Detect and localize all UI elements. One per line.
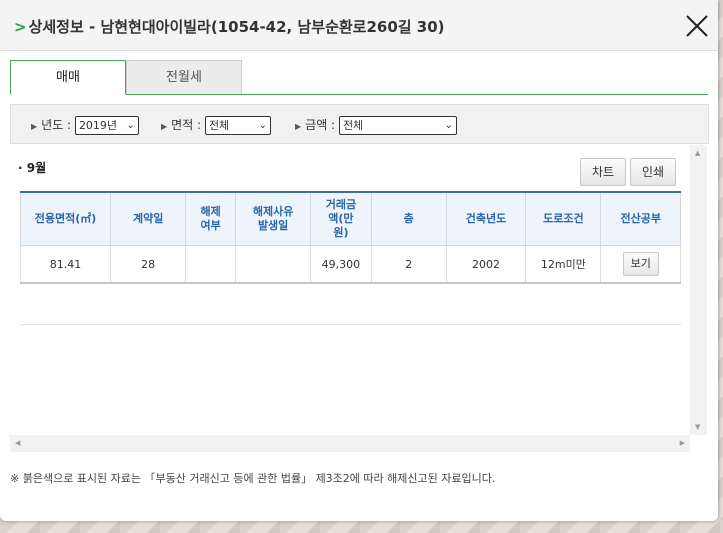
- col-contract-day: 계약일: [110, 191, 187, 246]
- scroll-right-icon[interactable]: ▶: [680, 439, 685, 447]
- close-icon[interactable]: [684, 13, 710, 39]
- content-divider: [20, 324, 681, 325]
- cell-day: 28: [110, 245, 187, 284]
- cell-area: 81.41: [19, 245, 112, 284]
- title-text: 상세정보 - 남현현대아이빌라(1054-42, 남부순환로260길 30): [28, 18, 445, 36]
- col-price: 거래금 액(만 원): [310, 191, 372, 246]
- month-label: · 9월: [18, 161, 47, 175]
- col-area: 전용면적(㎡): [19, 191, 112, 246]
- chevron-down-icon: ⌄: [258, 120, 267, 131]
- amount-filter: ▶ 금액 : 전체 ⌄: [295, 116, 457, 135]
- year-label: 년도 :: [41, 118, 72, 132]
- col-built-year: 건축년도: [445, 191, 527, 246]
- area-filter: ▶ 면적 : 전체 ⌄: [161, 116, 271, 135]
- col-cancel-date: 해제사유 발생일: [235, 191, 312, 246]
- chevron-right-icon: >: [14, 18, 27, 36]
- cell-floor: 2: [370, 245, 447, 284]
- detail-modal: > 상세정보 - 남현현대아이빌라(1054-42, 남부순환로260길 30) …: [0, 0, 718, 521]
- footnote: ※ 붉은색으로 표시된 자료는 「부동산 거래신고 등에 관한 법률」 제3조2…: [10, 472, 496, 485]
- area-select[interactable]: 전체 ⌄: [204, 116, 271, 135]
- cell-cancelled: [185, 245, 237, 284]
- modal-header: > 상세정보 - 남현현대아이빌라(1054-42, 남부순환로260길 30): [0, 0, 718, 51]
- amount-value: 전체: [342, 119, 364, 132]
- cell-built: 2002: [445, 245, 527, 284]
- transaction-table: 전용면적(㎡) 계약일 해제 여부 해제사유 발생일 거래금 액(만 원) 층 …: [19, 191, 681, 284]
- cell-cancel-date: [235, 245, 312, 284]
- tab-sale[interactable]: 매매: [10, 60, 126, 95]
- filter-bar: ▶ 년도 : 2019년 ⌄ ▶ 면적 : 전체 ⌄ ▶ 금액 : 전체 ⌄: [10, 104, 709, 144]
- print-button[interactable]: 인쇄: [630, 158, 676, 186]
- tab-underline: [126, 94, 708, 95]
- year-value: 2019년: [78, 119, 118, 132]
- tab-rent[interactable]: 전월세: [126, 60, 242, 95]
- area-value: 전체: [208, 119, 230, 132]
- amount-select[interactable]: 전체 ⌄: [338, 116, 457, 135]
- modal-title: > 상세정보 - 남현현대아이빌라(1054-42, 남부순환로260길 30): [14, 16, 445, 37]
- col-road: 도로조건: [525, 191, 602, 246]
- col-cancelled: 해제 여부: [185, 191, 237, 246]
- content-area: · 9월 차트 인쇄 전용면적(㎡) 계약일 해제 여부 해제사유 발생일 거래…: [10, 145, 690, 435]
- scroll-down-icon[interactable]: ▼: [695, 423, 700, 431]
- triangle-right-icon: ▶: [161, 122, 168, 131]
- cell-road: 12m미만: [525, 245, 602, 284]
- chevron-down-icon: ⌄: [444, 120, 453, 131]
- amount-label: 금액 :: [305, 118, 336, 132]
- col-floor: 층: [370, 191, 447, 246]
- vertical-scrollbar[interactable]: ▲ ▼: [690, 145, 707, 435]
- year-select[interactable]: 2019년 ⌄: [74, 116, 139, 135]
- cell-price: 49,300: [310, 245, 372, 284]
- view-button[interactable]: 보기: [622, 252, 659, 276]
- table-header-row: 전용면적(㎡) 계약일 해제 여부 해제사유 발생일 거래금 액(만 원) 층 …: [19, 191, 681, 246]
- table-row: 81.41 28 49,300 2 2002 12m미만 보기: [19, 245, 681, 284]
- triangle-right-icon: ▶: [295, 122, 302, 131]
- chart-button[interactable]: 차트: [580, 158, 626, 186]
- chevron-down-icon: ⌄: [126, 120, 135, 131]
- scroll-up-icon[interactable]: ▲: [695, 149, 700, 157]
- scroll-left-icon[interactable]: ◀: [15, 439, 20, 447]
- col-docs: 전산공부: [600, 191, 681, 246]
- year-filter: ▶ 년도 : 2019년 ⌄: [31, 116, 139, 135]
- area-label: 면적 :: [171, 118, 202, 132]
- triangle-right-icon: ▶: [31, 122, 38, 131]
- horizontal-scrollbar[interactable]: ◀ ▶: [10, 435, 690, 452]
- tab-bar: 매매 전월세: [10, 60, 710, 95]
- cell-docs: 보기: [600, 245, 681, 284]
